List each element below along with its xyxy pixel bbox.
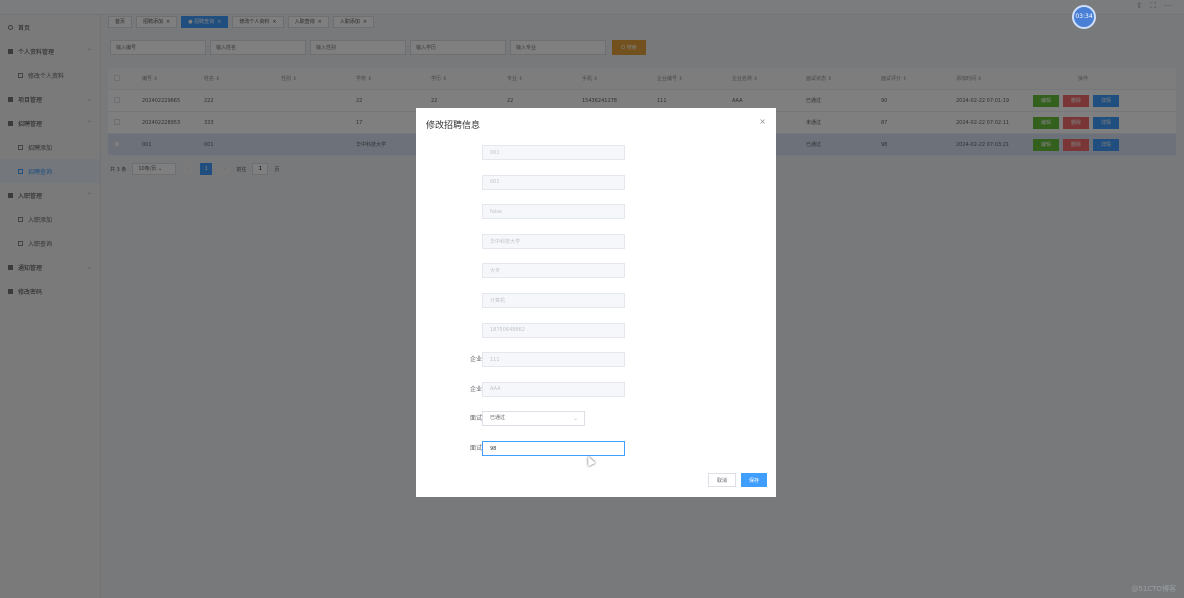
save-button[interactable]: 保存 (741, 473, 767, 487)
form-row: 编号 (416, 145, 776, 160)
form-field-input[interactable] (482, 352, 625, 368)
dialog-title: 修改招聘信息 (426, 121, 481, 131)
watermark: @51CTO博客 (1131, 585, 1176, 593)
form-field-input[interactable] (482, 322, 625, 338)
form-field-input[interactable] (482, 204, 625, 220)
cancel-button[interactable]: 取消 (708, 473, 736, 487)
form-field-input[interactable] (482, 293, 625, 308)
form-row: 学校 (416, 233, 776, 249)
form-field-input[interactable] (482, 441, 625, 456)
close-icon[interactable]: × (759, 117, 766, 126)
select-value: 已通过 (490, 415, 506, 422)
form-field-input[interactable] (482, 263, 625, 279)
form-row: 专业 (416, 293, 776, 308)
form-row: 姓名 (416, 174, 776, 190)
form-row: 面试状态已通过⌄ (416, 411, 776, 427)
form-row: 学历 (416, 263, 776, 279)
form-row: 手机 (416, 322, 776, 338)
form-row: 面试评分 (416, 441, 776, 456)
chevron-down-icon: ⌄ (572, 415, 578, 423)
avatar[interactable]: 03:34 (1072, 5, 1096, 29)
form-field-input[interactable] (482, 145, 625, 160)
form-row: 企业名称 (416, 381, 776, 397)
form-field-input[interactable] (482, 381, 625, 397)
form-row: 性别 (416, 204, 776, 220)
interview-status-select[interactable]: 已通过 ⌄ (482, 411, 585, 427)
form-field-input[interactable] (482, 233, 625, 249)
form-row: 企业编号 (416, 352, 776, 368)
form-field-input[interactable] (482, 174, 625, 190)
edit-recruit-dialog: 修改招聘信息 × 取消 保存 编号姓名性别学校学历专业手机企业编号企业名称面试状… (416, 108, 776, 497)
